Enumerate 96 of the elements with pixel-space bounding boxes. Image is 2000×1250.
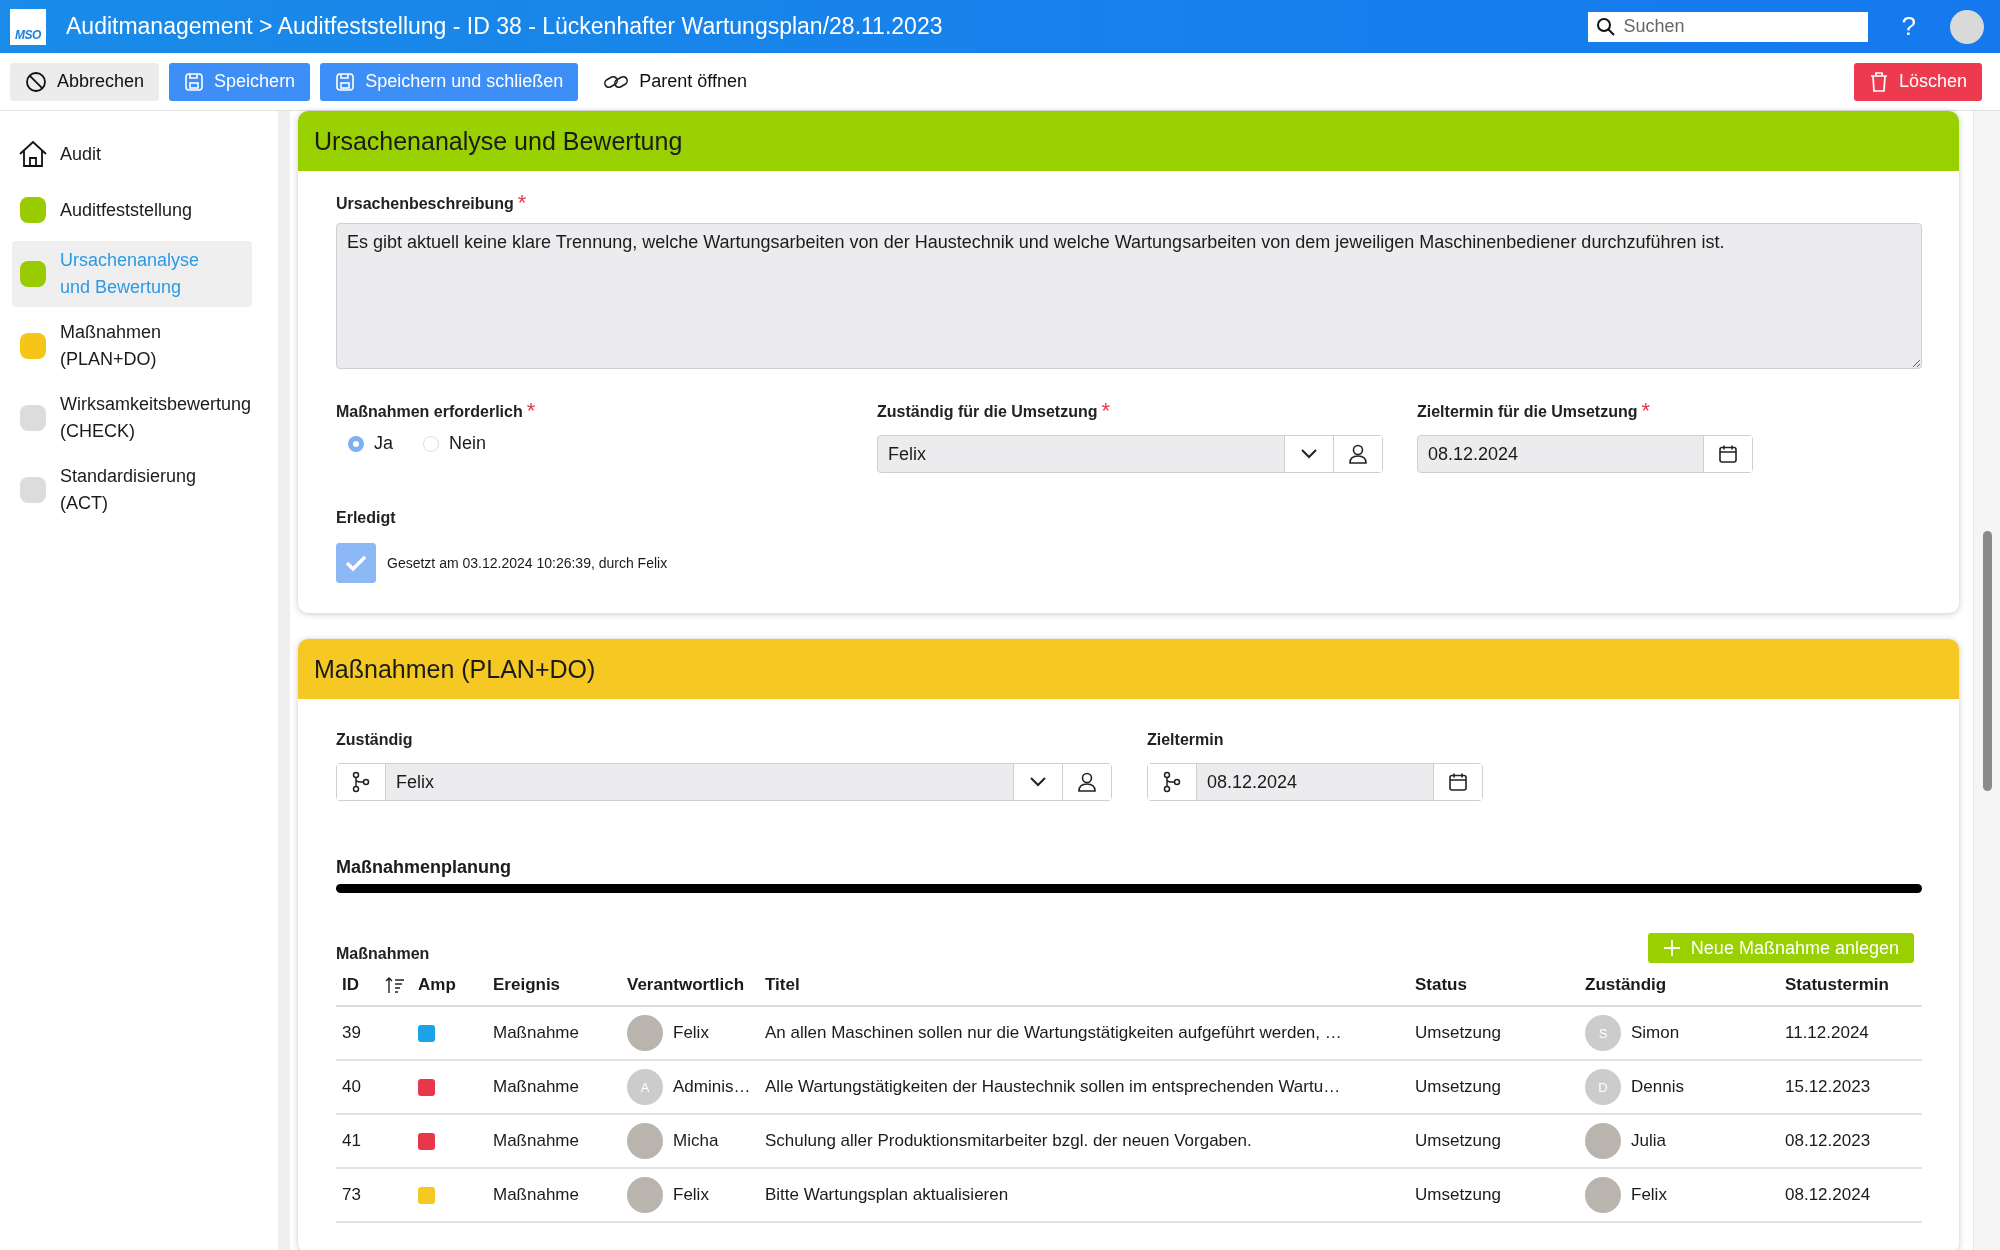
avatar — [1585, 1123, 1621, 1159]
section-header: Ursachenanalyse und Bewertung — [298, 111, 1959, 171]
window-title: Auditmanagement > Auditfeststellung - ID 38 - Lückenhafter Wartungsplan/28.11.2023 — [66, 13, 944, 40]
table-cell: 40 — [336, 1061, 379, 1115]
column-header[interactable]: ID — [336, 965, 379, 1007]
save-icon — [335, 71, 356, 92]
sidebar-item[interactable]: Auditfeststellung — [12, 185, 274, 235]
date-field[interactable]: 08.12.2024 — [1147, 763, 1483, 801]
table-cell: 39 — [336, 1007, 379, 1061]
person-name: Felix — [673, 1185, 709, 1205]
person-name: Simon — [1631, 1023, 1680, 1043]
trash-icon — [1868, 70, 1889, 93]
column-header[interactable]: Status — [1409, 965, 1579, 1007]
avatar — [1585, 1177, 1621, 1213]
table-cell: 41 — [336, 1115, 379, 1169]
chevron-down-icon — [1300, 448, 1318, 460]
save-icon — [184, 71, 205, 92]
search-icon — [1595, 16, 1616, 37]
branch-icon — [351, 771, 371, 793]
app-logo[interactable]: MSO — [10, 8, 46, 45]
subsection-title: Maßnahmenplanung — [336, 857, 512, 878]
search-field[interactable]: Suchen — [1587, 11, 1868, 42]
cancel-button[interactable]: Abbrechen — [10, 62, 160, 101]
table-cell: 15.12.2023 — [1779, 1061, 1922, 1115]
delete-button[interactable]: Löschen — [1853, 62, 1982, 101]
person-name: Micha — [673, 1131, 719, 1151]
table-cell: Umsetzung — [1409, 1115, 1579, 1169]
calendar-icon — [1448, 772, 1468, 792]
table-cell: Alle Wartungstätigkeiten der Haustechnik sollen im entsprechenden Wartu… — [759, 1061, 1409, 1115]
person-name: Felix — [673, 1023, 709, 1043]
calendar-icon — [1718, 444, 1738, 464]
field-label: Erledigt — [336, 509, 397, 527]
person-name: Adminis… — [673, 1077, 751, 1097]
table-cell: Bitte Wartungsplan aktualisieren — [759, 1169, 1409, 1223]
table-cell: Maßnahme — [487, 1061, 621, 1115]
table-cell: Umsetzung — [1409, 1007, 1579, 1061]
table-cell: Maßnahme — [487, 1169, 621, 1223]
description-field[interactable]: Es gibt aktuell keine klare Trennung, welche Wartungsarbeiten von der Haustechnik und welche Wartungsarbeiten von dem jeweiligen Maschinenbediener durchzuführen ist. — [336, 223, 1922, 369]
column-header[interactable]: Verantwortlich — [621, 965, 759, 1007]
sort-icon[interactable] — [385, 976, 405, 994]
table-title: Maßnahmen — [336, 945, 430, 963]
assignee-select[interactable]: Felix — [877, 435, 1383, 473]
avatar — [627, 1177, 663, 1213]
field-label: Zieltermin für die Umsetzung — [1417, 403, 1638, 421]
radio-option[interactable]: Ja — [348, 433, 393, 454]
sidebar-item[interactable]: Audit — [12, 129, 274, 179]
avatar — [627, 1015, 663, 1051]
branch-icon — [1162, 771, 1182, 793]
table-cell: Maßnahme — [487, 1115, 621, 1169]
avatar — [627, 1123, 663, 1159]
field-label: Zuständig — [336, 731, 414, 749]
table-cell: Umsetzung — [1409, 1061, 1579, 1115]
sidebar-item[interactable]: Standardisierung (ACT) — [12, 457, 274, 523]
table-cell: 11.12.2024 — [1779, 1007, 1922, 1061]
person-name: Felix — [1631, 1185, 1667, 1205]
required-mark: * — [526, 403, 536, 419]
ban-icon — [25, 70, 47, 93]
user-icon — [1076, 771, 1098, 793]
date-field[interactable]: 08.12.2024 — [1417, 435, 1753, 473]
home-icon — [18, 139, 48, 169]
table-cell: 08.12.2023 — [1779, 1115, 1922, 1169]
check-icon — [344, 553, 368, 573]
required-mark: * — [517, 195, 527, 211]
sidebar-item[interactable]: Wirksamkeitsbewertung (CHECK) — [12, 385, 274, 451]
user-icon — [1347, 443, 1369, 465]
table-cell: Maßnahme — [487, 1007, 621, 1061]
table-cell: Umsetzung — [1409, 1169, 1579, 1223]
column-header[interactable]: Titel — [759, 965, 1409, 1007]
table-cell: Schulung aller Produktionsmitarbeiter bzgl. der neuen Vorgaben. — [759, 1115, 1409, 1169]
column-header[interactable]: Statustermin — [1779, 965, 1922, 1007]
person-name: Julia — [1631, 1131, 1666, 1151]
required-mark: * — [1101, 403, 1110, 419]
column-header[interactable]: Ereignis — [487, 965, 621, 1007]
column-header[interactable]: Zuständig — [1579, 965, 1779, 1007]
person-name: Dennis — [1631, 1077, 1684, 1097]
help-button[interactable]: ? — [1887, 11, 1930, 42]
assignee-select[interactable]: Felix — [336, 763, 1112, 801]
user-avatar[interactable] — [1950, 9, 1984, 44]
table-cell: 08.12.2024 — [1779, 1169, 1922, 1223]
open-parent-button[interactable]: Parent öffnen — [588, 62, 763, 101]
done-note: Gesetzt am 03.12.2024 10:26:39, durch Felix — [387, 555, 668, 571]
field-label: Zuständig für die Umsetzung — [877, 403, 1098, 421]
field-label: Maßnahmen erforderlich — [336, 403, 523, 421]
required-mark: * — [1641, 403, 1651, 419]
table-cell: An allen Maschinen sollen nur die Wartungstätigkeiten aufgeführt werden, … — [759, 1007, 1409, 1061]
checkbox[interactable] — [336, 543, 376, 583]
scrollbar-thumb[interactable] — [1983, 531, 1992, 791]
chevron-down-icon — [1029, 776, 1047, 788]
sidebar-item[interactable]: Maßnahmen (PLAN+DO) — [12, 313, 274, 379]
table-cell: 73 — [336, 1169, 379, 1223]
section-header: Maßnahmen (PLAN+DO) — [298, 639, 1959, 699]
field-label: Ursachenbeschreibung — [336, 195, 514, 213]
plus-icon — [1662, 939, 1681, 957]
radio-option[interactable]: Nein — [423, 433, 487, 454]
field-label: Zieltermin — [1147, 731, 1225, 749]
column-header[interactable]: Amp — [412, 965, 487, 1007]
